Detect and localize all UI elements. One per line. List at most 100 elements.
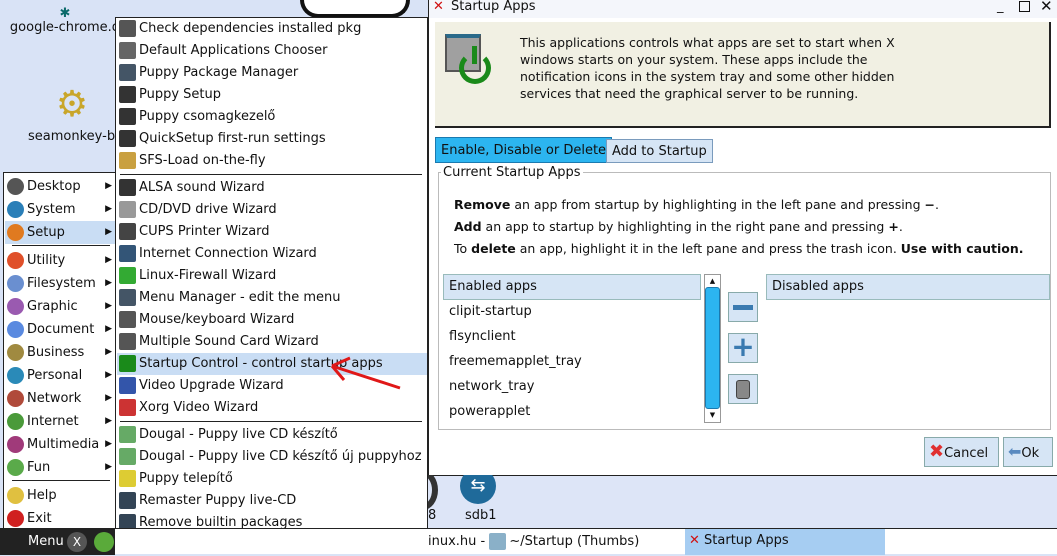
- scroll-down-arrow[interactable]: ▼: [705, 409, 720, 421]
- help-icon: [7, 487, 24, 504]
- menu-item-help[interactable]: Help: [5, 484, 115, 507]
- menu-item-graphic[interactable]: Graphic ▶: [5, 295, 115, 318]
- thumbs-icon: [489, 533, 507, 550]
- menu-separator: [12, 245, 110, 246]
- menu-separator: [120, 174, 422, 175]
- tab-add-to-startup[interactable]: Add to Startup: [606, 139, 713, 163]
- submenu-item-mouse-keyboard-wizard[interactable]: Mouse/keyboard Wizard: [117, 309, 427, 331]
- x-app-icon: ✕: [689, 533, 700, 548]
- fun-icon: [7, 459, 24, 476]
- tab-enable-disable-delete[interactable]: Enable, Disable or Delete: [435, 137, 613, 163]
- desktop-icon-chrome[interactable]: ✱ google-chrome.d: [5, 7, 125, 35]
- help-line-remove: Remove an app from startup by highlighti…: [454, 197, 939, 212]
- submenu-item-quicksetup-first-run-settings[interactable]: QuickSetup first-run settings: [117, 128, 427, 150]
- puppy-csomagkezelo-icon: [119, 108, 136, 125]
- submenu-item-linux-firewall-wizard[interactable]: Linux-Firewall Wizard: [117, 265, 427, 287]
- submenu-item-alsa-sound-wizard[interactable]: ALSA sound Wizard: [117, 177, 427, 199]
- menu-item-fun[interactable]: Fun ▶: [5, 456, 115, 479]
- business-icon: [7, 344, 24, 361]
- scroll-thumb[interactable]: [705, 287, 720, 409]
- submenu-item-menu-manager-edit-the-menu[interactable]: Menu Manager - edit the menu: [117, 287, 427, 309]
- red-arrow-annotation: [330, 356, 401, 390]
- scrollbar[interactable]: ▲ ▼: [704, 274, 721, 423]
- remaster-puppy-icon: [119, 492, 136, 509]
- submenu-arrow-icon: ▶: [105, 324, 112, 334]
- minimize-button[interactable]: _: [997, 0, 1004, 14]
- submenu-item-dougal-puppy-live-cd-ke-szi-to[interactable]: Dougal - Puppy live CD készítő: [117, 424, 427, 446]
- puppy-telepi-icon: [119, 470, 136, 487]
- submenu-item-default-applications-chooser[interactable]: Default Applications Chooser: [117, 40, 427, 62]
- taskbar-item-browser[interactable]: inux.hu - ~/Startup (Thumbs): [428, 533, 639, 550]
- multiple-sound-icon: [119, 333, 136, 350]
- maximize-button[interactable]: [1019, 1, 1030, 12]
- submenu-item-internet-connection-wizard[interactable]: Internet Connection Wizard: [117, 243, 427, 265]
- submenu-item-puppy-csomagkezelo[interactable]: Puppy csomagkezelő: [117, 106, 427, 128]
- mouse-keyboard-icon: [119, 311, 136, 328]
- enabled-app-item[interactable]: powerapplet: [449, 404, 530, 424]
- menu-item-multimedia[interactable]: Multimedia ▶: [5, 433, 115, 456]
- desktop-wallpaper-fragment: [300, 0, 410, 18]
- help-line-delete: To delete an app, highlight it in the le…: [454, 241, 1024, 256]
- taskbar-item-startup-apps[interactable]: ✕ Startup Apps: [685, 529, 885, 555]
- power-symbol-bar: [472, 46, 477, 64]
- submenu-item-remaster-puppy-live-cd[interactable]: Remaster Puppy live-CD: [117, 490, 427, 512]
- desktop-icon-seamonkey[interactable]: ⚙ seamonkey-b: [22, 86, 122, 145]
- system-icon: [7, 201, 24, 218]
- menu-item-system[interactable]: System ▶: [5, 198, 115, 221]
- ok-button[interactable]: ⬅Ok: [1003, 437, 1053, 467]
- desktop-drive-strip: 8 ⇆ sdb1: [408, 468, 1057, 528]
- title-bar[interactable]: ✕ Startup Apps _ ✕: [429, 0, 1057, 18]
- add-button[interactable]: +: [728, 333, 758, 363]
- menu-item-setup[interactable]: Setup ▶: [5, 221, 115, 244]
- menu-item-document[interactable]: Document ▶: [5, 318, 115, 341]
- info-box: This applications controls what apps are…: [435, 22, 1051, 128]
- submenu-item-cd-dvd-drive-wizard[interactable]: CD/DVD drive Wizard: [117, 199, 427, 221]
- x-icon[interactable]: X: [67, 532, 87, 552]
- cancel-button[interactable]: ✖Cancel: [924, 437, 999, 467]
- enabled-apps-header[interactable]: Enabled apps: [443, 274, 701, 300]
- internet-icon: [7, 413, 24, 430]
- personal-icon: [7, 367, 24, 384]
- menu-item-personal[interactable]: Personal ▶: [5, 364, 115, 387]
- submenu-item-puppy-setup[interactable]: Puppy Setup: [117, 84, 427, 106]
- submenu-item-dougal-puppy-live-cd-ke-szi-to-u-j-puppyhoz[interactable]: Dougal - Puppy live CD készítő új puppyh…: [117, 446, 427, 468]
- close-button[interactable]: ✕: [1040, 0, 1053, 14]
- menu-item-exit[interactable]: Exit: [5, 507, 115, 530]
- scroll-up-arrow[interactable]: ▲: [705, 275, 720, 287]
- submenu-item-puppy-package-manager[interactable]: Puppy Package Manager: [117, 62, 427, 84]
- xorg-video-icon: [119, 399, 136, 416]
- menu-item-network[interactable]: Network ▶: [5, 387, 115, 410]
- enabled-app-item[interactable]: freememapplet_tray: [449, 354, 582, 374]
- network-icon: [7, 390, 24, 407]
- submenu-item-check-dependencies-installed-pkg[interactable]: Check dependencies installed pkg: [117, 18, 427, 40]
- graphic-icon: [7, 298, 24, 315]
- enabled-app-item[interactable]: flsynclient: [449, 329, 516, 349]
- menu-item-desktop[interactable]: Desktop ▶: [5, 175, 115, 198]
- submenu-arrow-icon: ▶: [105, 462, 112, 472]
- cancel-x-icon: ✖: [929, 441, 945, 462]
- submenu-item-puppy-telepi-to[interactable]: Puppy telepítő: [117, 468, 427, 490]
- menu-item-business[interactable]: Business ▶: [5, 341, 115, 364]
- submenu-arrow-icon: ▶: [105, 278, 112, 288]
- remove-button[interactable]: [728, 292, 758, 322]
- menu-item-filesystem[interactable]: Filesystem ▶: [5, 272, 115, 295]
- startup-control-icon: [119, 355, 136, 372]
- puppy-icon[interactable]: [94, 532, 114, 552]
- dougal-puppy-icon: [119, 448, 136, 465]
- enabled-app-item[interactable]: network_tray: [449, 379, 534, 399]
- menu-item-internet[interactable]: Internet ▶: [5, 410, 115, 433]
- delete-button[interactable]: [728, 374, 758, 404]
- submenu-arrow-icon: ▶: [105, 181, 112, 191]
- submenu-item-sfs-load-on-the-fly[interactable]: SFS-Load on-the-fly: [117, 150, 427, 172]
- disabled-apps-header[interactable]: Disabled apps: [766, 274, 1050, 300]
- submenu-item-xorg-video-wizard[interactable]: Xorg Video Wizard: [117, 397, 427, 419]
- submenu-arrow-icon: ▶: [105, 439, 112, 449]
- check-dependencies-icon: [119, 20, 136, 37]
- document-icon: [7, 321, 24, 338]
- enabled-app-item[interactable]: clipit-startup: [449, 304, 532, 324]
- menu-button[interactable]: Menu X: [0, 529, 115, 555]
- menu-item-utility[interactable]: Utility ▶: [5, 249, 115, 272]
- setup-icon: [7, 224, 24, 241]
- submenu-item-cups-printer-wizard[interactable]: CUPS Printer Wizard: [117, 221, 427, 243]
- submenu-arrow-icon: ▶: [105, 370, 112, 380]
